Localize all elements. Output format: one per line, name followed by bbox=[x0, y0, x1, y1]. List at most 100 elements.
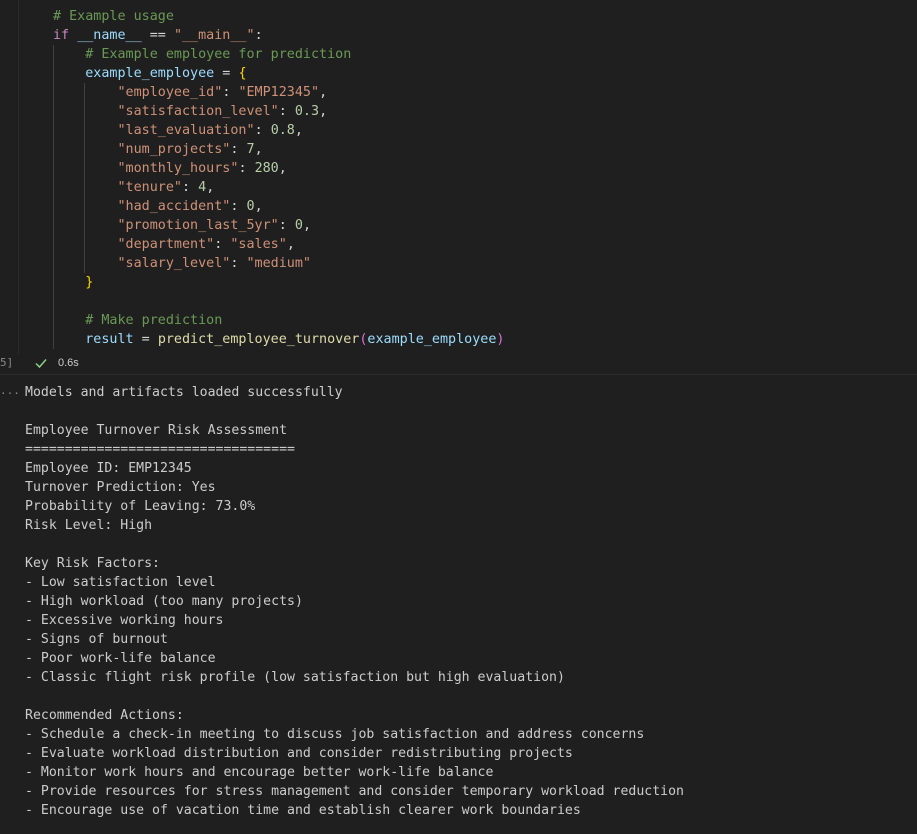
code-token: , bbox=[319, 85, 328, 100]
code-token: 0 bbox=[246, 199, 255, 214]
code-token: "satisfaction_level" bbox=[117, 104, 279, 119]
check-icon bbox=[35, 359, 47, 369]
execution-count: 5] bbox=[0, 356, 14, 369]
output-line: ================================== bbox=[25, 442, 295, 457]
output-line: Probability of Leaving: 73.0% bbox=[25, 499, 256, 514]
code-line[interactable]: "tenure": 4, bbox=[53, 178, 215, 197]
code-token: if bbox=[53, 28, 78, 43]
code-token: 0 bbox=[294, 218, 303, 233]
output-line: - Evaluate workload distribution and con… bbox=[25, 746, 573, 761]
output-line: Employee Turnover Risk Assessment bbox=[25, 423, 288, 438]
code-line[interactable]: "salary_level": "medium" bbox=[53, 254, 312, 273]
code-line[interactable]: if __name__ == "__main__": bbox=[53, 26, 263, 45]
code-token: 0.3 bbox=[294, 104, 320, 119]
output-line: - Excessive working hours bbox=[25, 613, 224, 628]
output-marker-icon[interactable]: ... bbox=[0, 384, 20, 397]
code-token: 280 bbox=[254, 161, 279, 176]
code-token: ) bbox=[496, 332, 505, 347]
code-token: # Example usage bbox=[53, 9, 174, 24]
code-token: = bbox=[214, 66, 239, 81]
output-line: - Schedule a check-in meeting to discuss… bbox=[25, 727, 645, 742]
code-token: "sales" bbox=[230, 237, 287, 252]
output-line: Recommended Actions: bbox=[25, 708, 184, 723]
output-line: - Provide resources for stress managemen… bbox=[25, 784, 684, 799]
code-token: : bbox=[214, 237, 231, 252]
code-line[interactable]: # Example usage bbox=[53, 7, 174, 26]
output-line: - High workload (too many projects) bbox=[25, 594, 303, 609]
code-token: "had_accident" bbox=[117, 199, 231, 214]
output-line: - Classic flight risk profile (low satis… bbox=[25, 670, 565, 685]
code-token: : bbox=[254, 28, 263, 43]
output-line: Turnover Prediction: Yes bbox=[25, 480, 216, 495]
code-token: "tenure" bbox=[117, 180, 183, 195]
code-line[interactable]: example_employee = { bbox=[53, 64, 247, 83]
code-token: } bbox=[85, 275, 94, 290]
output-line: Risk Level: High bbox=[25, 518, 153, 533]
code-token: : bbox=[230, 256, 247, 271]
code-line[interactable]: # Make prediction bbox=[53, 311, 222, 330]
code-token: : bbox=[182, 180, 199, 195]
output-line: - Signs of burnout bbox=[25, 632, 168, 647]
execution-time: 0.6s bbox=[58, 357, 79, 369]
code-token: result bbox=[85, 332, 134, 347]
code-token: __name__ bbox=[77, 28, 142, 43]
output-line: Employee ID: EMP12345 bbox=[25, 461, 192, 476]
code-token: : bbox=[278, 104, 295, 119]
code-token: predict_employee_turnover bbox=[157, 332, 360, 347]
code-token: "__main__" bbox=[173, 28, 255, 43]
code-token: 0.8 bbox=[270, 123, 295, 138]
code-line[interactable]: "monthly_hours": 280, bbox=[53, 159, 287, 178]
code-line[interactable]: "had_accident": 0, bbox=[53, 197, 263, 216]
output-line: - Low satisfaction level bbox=[25, 575, 216, 590]
code-token: "num_projects" bbox=[117, 142, 231, 157]
code-token: , bbox=[319, 104, 328, 119]
code-token: , bbox=[254, 142, 263, 157]
code-token: , bbox=[302, 218, 311, 233]
output-line: Key Risk Factors: bbox=[25, 556, 160, 571]
code-line[interactable]: } bbox=[53, 273, 93, 292]
code-token: == bbox=[141, 28, 174, 43]
output-line: - Monitor work hours and encourage bette… bbox=[25, 765, 494, 780]
code-token: # Make prediction bbox=[53, 313, 223, 328]
code-token: : bbox=[230, 199, 247, 214]
code-token: "department" bbox=[117, 237, 215, 252]
code-token: example_employee bbox=[367, 332, 497, 347]
cell-output[interactable]: ... Models and artifacts loaded successf… bbox=[0, 375, 917, 834]
code-token: 7 bbox=[246, 142, 255, 157]
code-token: { bbox=[238, 66, 247, 81]
code-line[interactable]: # Example employee for prediction bbox=[53, 45, 351, 64]
code-line[interactable]: "promotion_last_5yr": 0, bbox=[53, 216, 312, 235]
code-token: 4 bbox=[198, 180, 207, 195]
code-token: # Example employee for prediction bbox=[53, 47, 352, 62]
output-line: - Poor work-life balance bbox=[25, 651, 216, 666]
code-token: = bbox=[133, 332, 158, 347]
code-line[interactable]: "last_evaluation": 0.8, bbox=[53, 121, 303, 140]
code-token: "salary_level" bbox=[117, 256, 231, 271]
code-token: "employee_id" bbox=[117, 85, 223, 100]
code-token: "EMP12345" bbox=[238, 85, 320, 100]
code-token: "medium" bbox=[246, 256, 312, 271]
code-token: : bbox=[222, 85, 239, 100]
code-token: "promotion_last_5yr" bbox=[117, 218, 279, 233]
code-editor[interactable]: # Example usage if __name__ == "__main__"… bbox=[18, 0, 917, 354]
code-cell[interactable]: # Example usage if __name__ == "__main__"… bbox=[0, 0, 917, 354]
code-line[interactable]: result = predict_employee_turnover(examp… bbox=[53, 330, 504, 349]
code-line[interactable]: "employee_id": "EMP12345", bbox=[53, 83, 328, 102]
code-line[interactable]: "satisfaction_level": 0.3, bbox=[53, 102, 328, 121]
code-line[interactable]: "department": "sales", bbox=[53, 235, 295, 254]
code-token: "last_evaluation" bbox=[117, 123, 255, 138]
code-line[interactable]: "num_projects": 7, bbox=[53, 140, 263, 159]
